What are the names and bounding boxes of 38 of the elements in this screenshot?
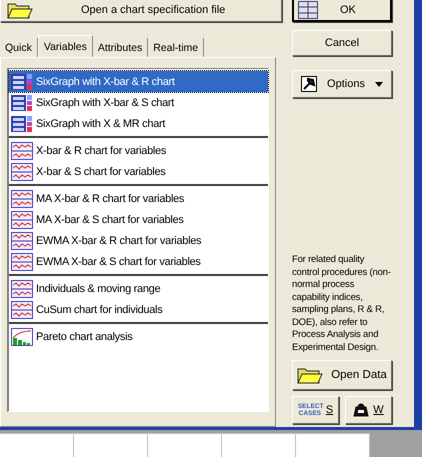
- list-item[interactable]: X-bar & S chart for variables: [9, 161, 268, 182]
- line-chart-icon: [11, 252, 33, 270]
- weight-icon: [353, 403, 370, 417]
- list-item[interactable]: SixGraph with X & MR chart: [9, 113, 268, 134]
- list-item[interactable]: SixGraph with X-bar & R chart: [9, 71, 268, 92]
- list-item[interactable]: CuSum chart for individuals: [9, 299, 268, 320]
- tab[interactable]: Variables: [38, 35, 93, 58]
- line-chart-icon: [11, 232, 33, 250]
- list-item[interactable]: SixGraph with X-bar & S chart: [9, 92, 268, 113]
- line-chart-icon: [11, 190, 33, 208]
- list-item[interactable]: MA X-bar & S chart for variables: [9, 209, 268, 230]
- list-item[interactable]: EWMA X-bar & R chart for variables: [9, 230, 268, 251]
- list-item[interactable]: MA X-bar & R chart for variables: [9, 188, 268, 209]
- info-text: For related quality control procedures (non-normal process capability indices, sampling plans, R & R, DOE), also refer to Process Analysis and Experimental Design.: [292, 254, 392, 354]
- open-spec-button[interactable]: Open a chart specification file: [0, 0, 282, 22]
- dropdown-arrow-icon: [374, 82, 383, 86]
- line-chart-icon: [11, 142, 33, 160]
- line-chart-icon: [11, 162, 33, 180]
- hammer-icon: [301, 76, 318, 92]
- tab[interactable]: Real-time: [148, 38, 204, 58]
- pareto-chart-icon: [11, 328, 33, 346]
- weight-button[interactable]: W: [345, 396, 392, 424]
- line-chart-icon: [11, 280, 33, 298]
- grid-chart-icon: [11, 114, 33, 132]
- table-icon: [298, 1, 318, 19]
- open-data-button[interactable]: Open Data: [292, 360, 392, 390]
- tab[interactable]: Attributes: [92, 38, 148, 58]
- grid-chart-icon: [11, 72, 33, 90]
- grid-chart-icon: [11, 94, 33, 112]
- ok-button[interactable]: OK: [292, 0, 392, 22]
- list-item[interactable]: EWMA X-bar & S chart for variables: [9, 251, 268, 272]
- options-button[interactable]: Options: [292, 70, 392, 98]
- list-item[interactable]: Pareto chart analysis: [9, 326, 268, 347]
- cancel-button[interactable]: Cancel: [292, 30, 392, 56]
- line-chart-icon: [11, 300, 33, 318]
- line-chart-icon: [11, 210, 33, 228]
- list-item[interactable]: Individuals & moving range: [9, 278, 268, 299]
- list-item[interactable]: X-bar & R chart for variables: [9, 140, 268, 161]
